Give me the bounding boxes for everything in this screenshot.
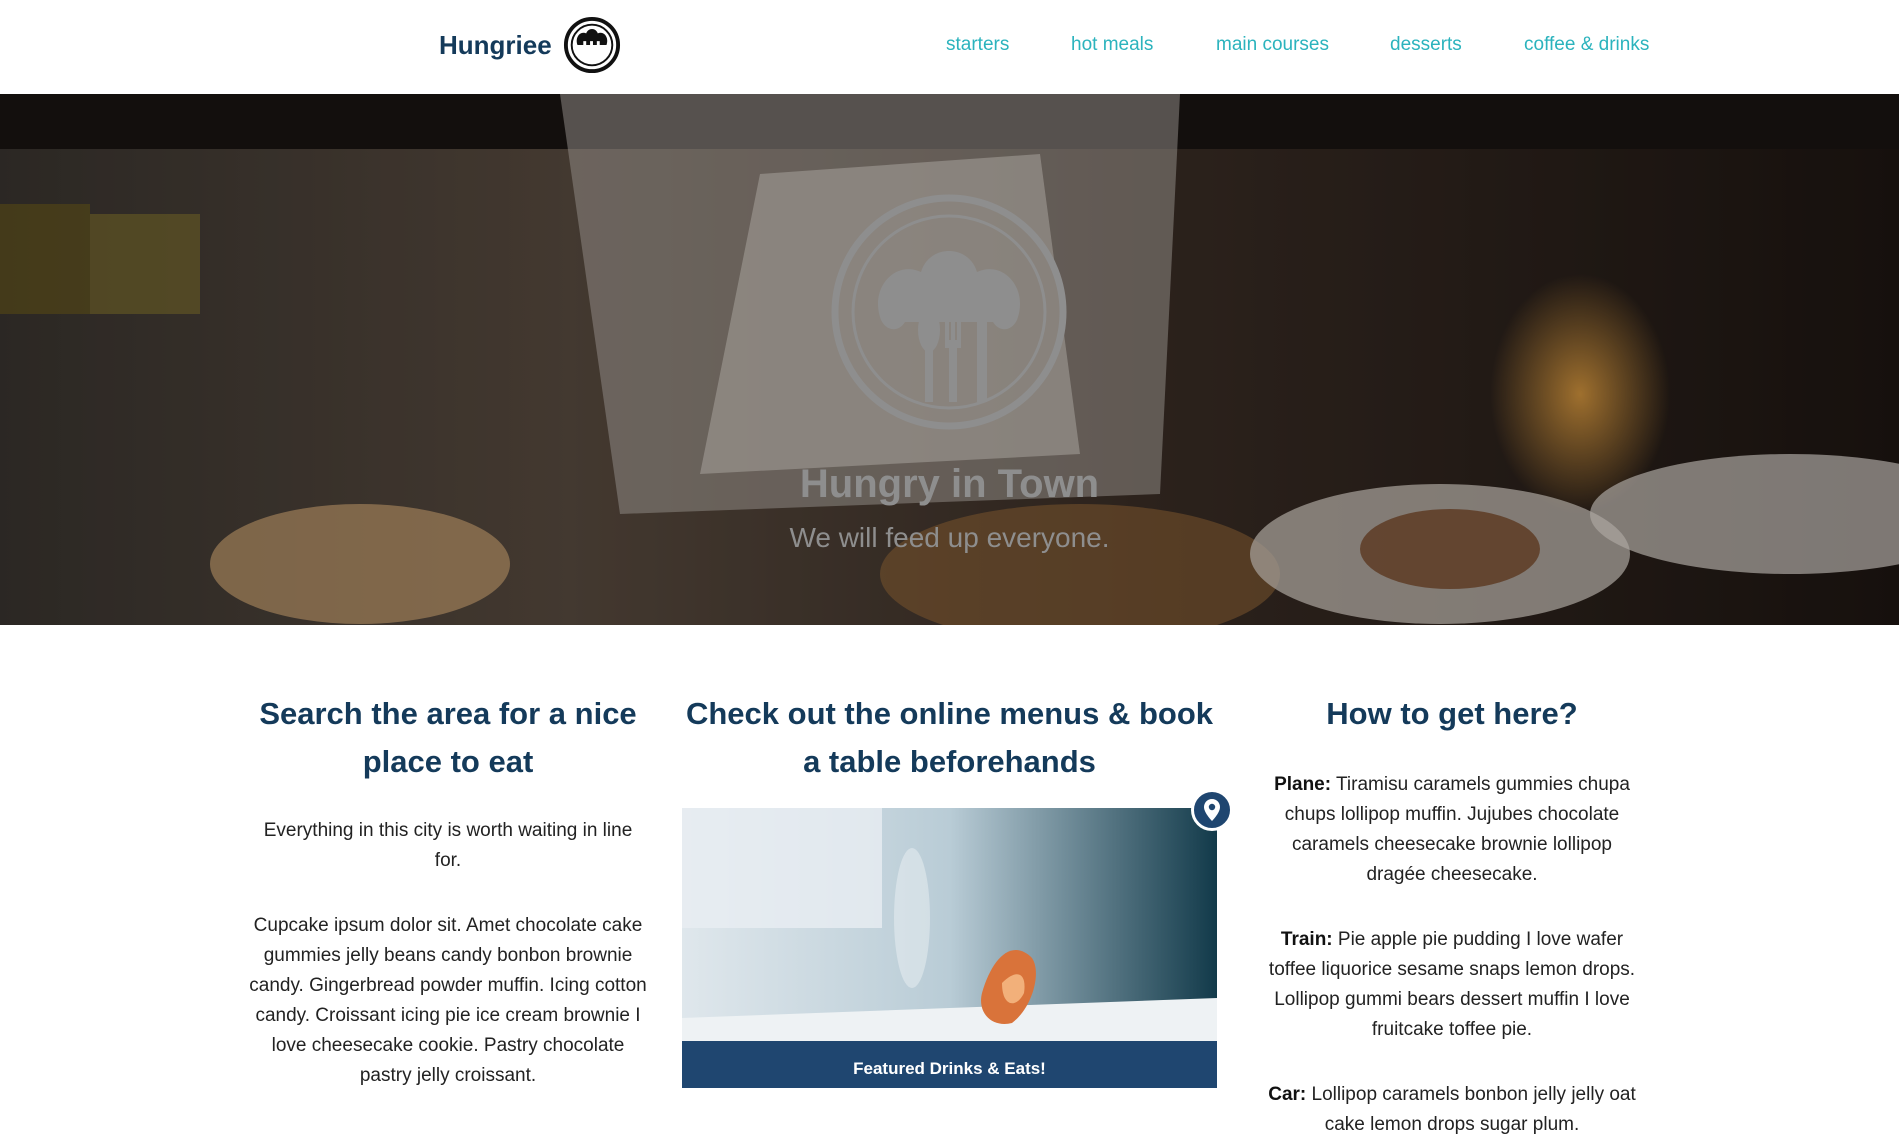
brand[interactable]: Hungriee [439,16,621,74]
featured-banner-text: Featured Drinks & Eats! [853,1059,1046,1078]
hero-subtitle: We will feed up everyone. [789,522,1110,553]
plane-text: Tiramisu caramels gummies chupa chups lo… [1284,774,1630,885]
nav-hot-meals[interactable]: hot meals [1071,34,1153,56]
search-heading: Search the area for a nice place to eat [259,696,637,779]
nav-coffee-drinks[interactable]: coffee & drinks [1524,34,1649,56]
search-body: Cupcake ipsum dolor sit. Amet chocolate … [249,915,647,1086]
hero-title: Hungry in Town [799,462,1100,506]
directions-heading: How to get here? [1326,696,1578,731]
hero-banner: Hungry in Town We will feed up everyone. [0,94,1899,625]
location-pin-icon[interactable] [1191,789,1233,831]
chef-hat-cutlery-icon [563,16,620,74]
menus-column: Check out the online menus & book a tabl… [682,690,1217,786]
train-label: Train: [1280,929,1333,950]
featured-card[interactable]: Featured Drinks & Eats! [682,808,1217,1088]
search-intro: Everything in this city is worth waiting… [263,820,633,871]
brand-name[interactable]: Hungriee [439,30,552,61]
nav-desserts[interactable]: desserts [1390,34,1462,56]
nav-main-courses[interactable]: main courses [1216,34,1329,56]
car-label: Car: [1268,1084,1307,1105]
site-header: Hungriee starters hot meals main courses… [0,0,1899,94]
car-text: Lollipop caramels bonbon jelly jelly oat… [1306,1084,1636,1135]
plane-label: Plane: [1274,774,1332,795]
menus-heading: Check out the online menus & book a tabl… [685,696,1214,779]
directions-column: How to get here? Plane: Tiramisu caramel… [1252,690,1652,1140]
directions-car: Car: Lollipop caramels bonbon jelly jell… [1252,1080,1652,1140]
hero-chef-logo-icon [831,194,1067,430]
nav-starters[interactable]: starters [946,34,1009,56]
directions-plane: Plane: Tiramisu caramels gummies chupa c… [1252,770,1652,890]
search-column: Search the area for a nice place to eat … [248,690,648,1091]
directions-train: Train: Pie apple pie pudding I love wafe… [1252,925,1652,1045]
featured-banner: Featured Drinks & Eats! [682,1041,1217,1088]
